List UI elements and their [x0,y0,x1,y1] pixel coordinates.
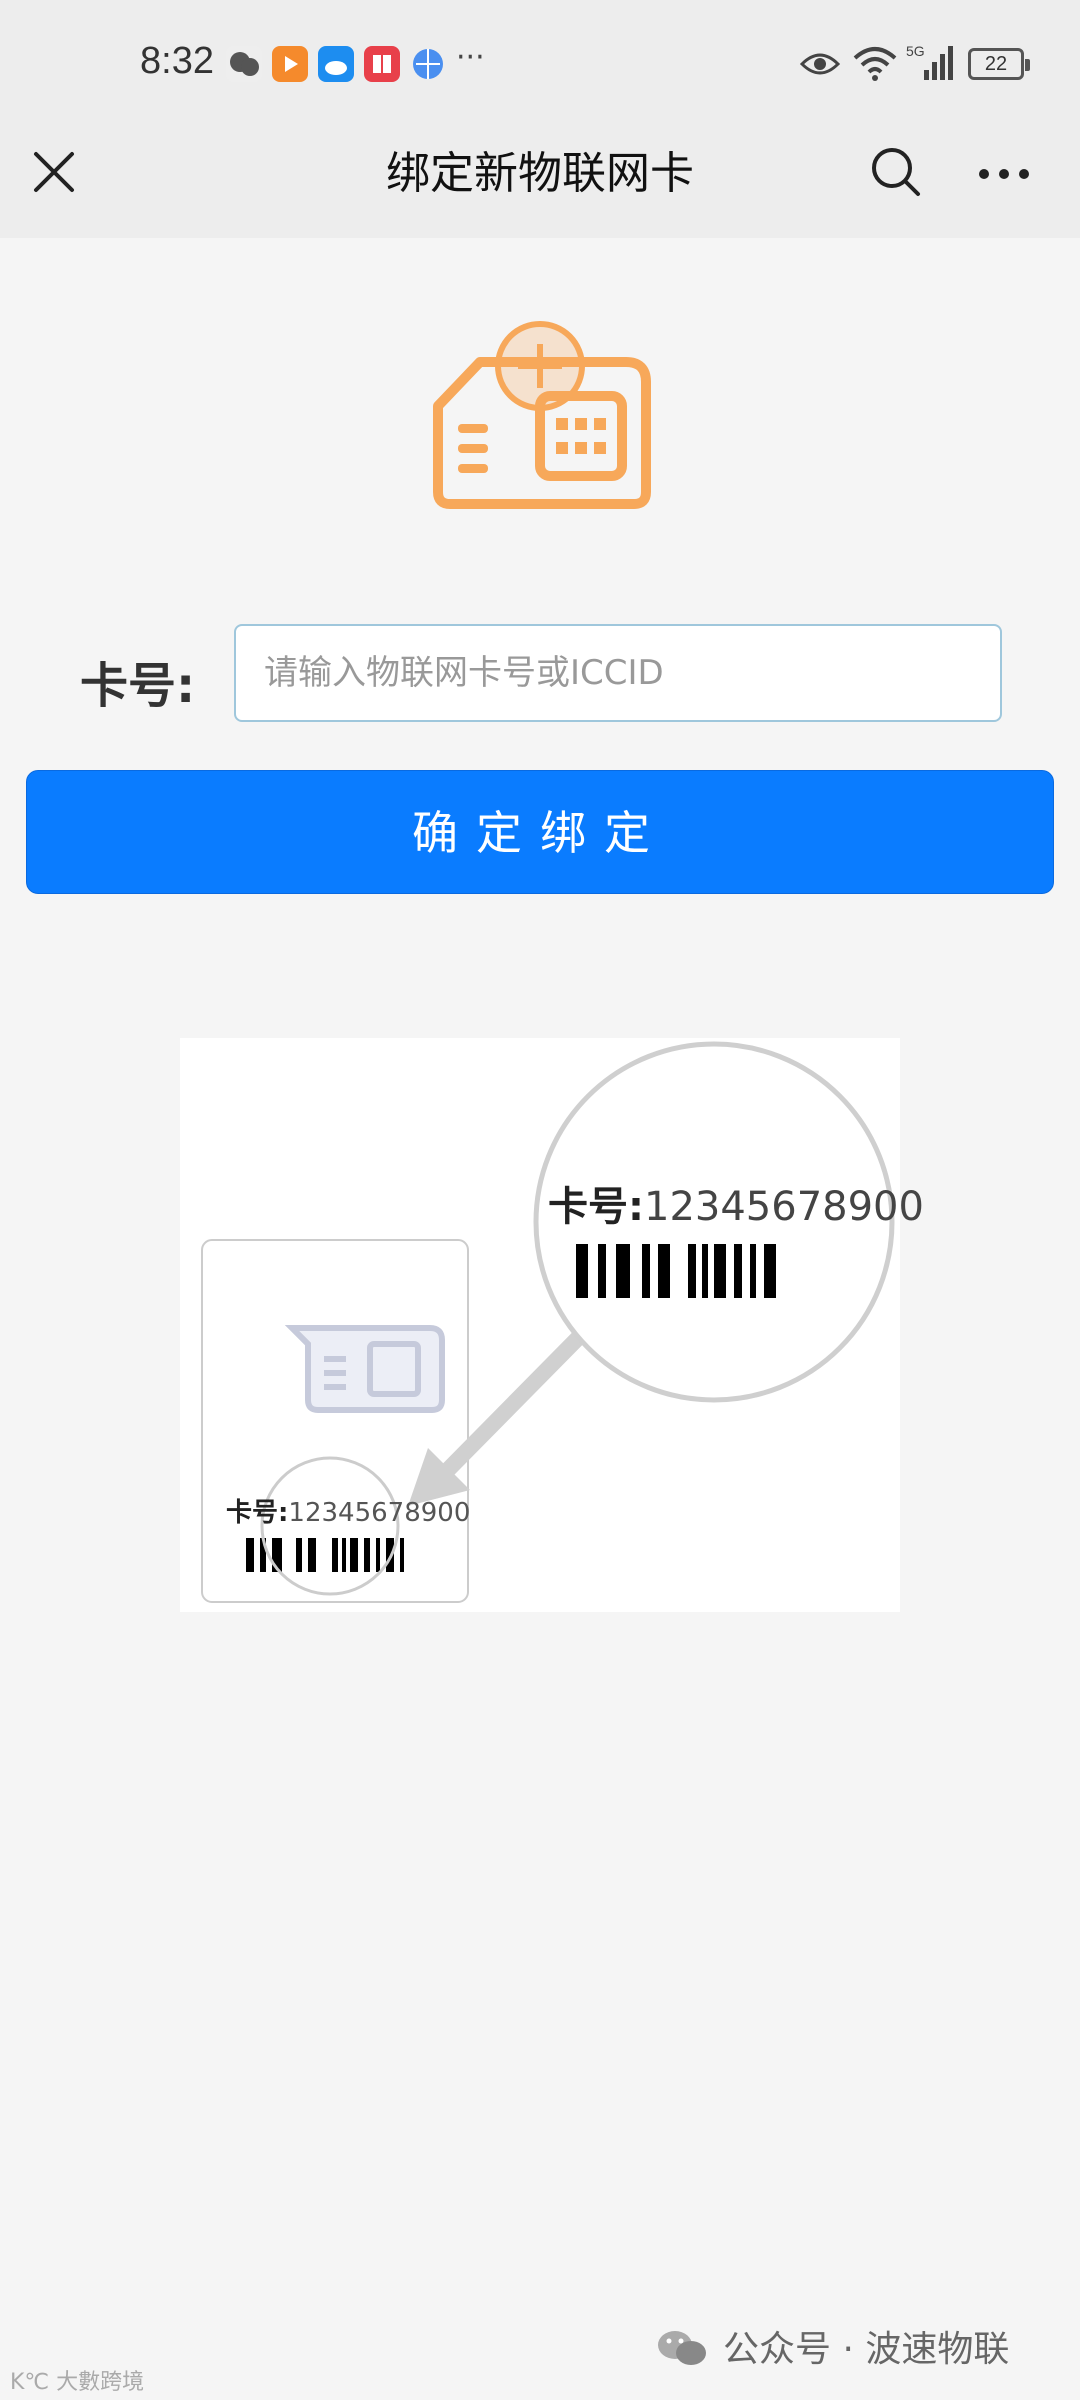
magnified-card-value: 12345678900 [644,1184,924,1230]
top-bar: 8:32 ··· 5G 22 绑定新物联网卡 [0,0,1080,238]
card-print-label: 卡号: [226,1498,289,1528]
book-app-icon [364,46,400,82]
footer-source: 公众号 · 波速物联 [655,2320,1009,2376]
weather-app-icon [318,46,354,82]
watermark: K℃ 大數跨境 [10,2370,145,2395]
sim-card-add-icon [430,320,660,510]
battery-indicator: 22 [968,48,1030,80]
footer-source-text: 公众号 · 波速物联 [723,2329,1010,2370]
card-number-print: 卡号:12345678900 [226,1492,470,1529]
more-notifications-icon: ··· [456,40,485,75]
signal-icon: 5G [906,42,958,86]
search-button[interactable] [868,144,924,200]
video-app-icon [272,46,308,82]
more-icon [979,169,1029,179]
card-number-input[interactable] [234,624,1002,722]
search-icon [872,148,920,196]
status-bar: 8:32 ··· 5G 22 [0,0,1080,130]
sim-card-icon [284,1325,445,1413]
magnified-card-number: 卡号:12345678900 [548,1174,924,1232]
network-type-label: 5G [906,43,925,59]
wifi-icon [852,44,898,88]
status-time: 8:32 [140,40,214,82]
card-location-illustration: 卡号:12345678900 卡号:12345678900 [180,1038,924,1612]
magnified-card-label: 卡号: [548,1184,644,1230]
card-print-value: 12345678900 [288,1498,471,1528]
more-button[interactable] [976,160,1032,188]
wechat-notification-icon [226,46,262,82]
wechat-icon [655,2327,709,2376]
confirm-bind-button[interactable]: 确定绑定 [26,770,1054,894]
card-number-label: 卡号: [80,658,196,714]
eye-icon [799,50,841,82]
browser-app-icon [410,46,446,82]
